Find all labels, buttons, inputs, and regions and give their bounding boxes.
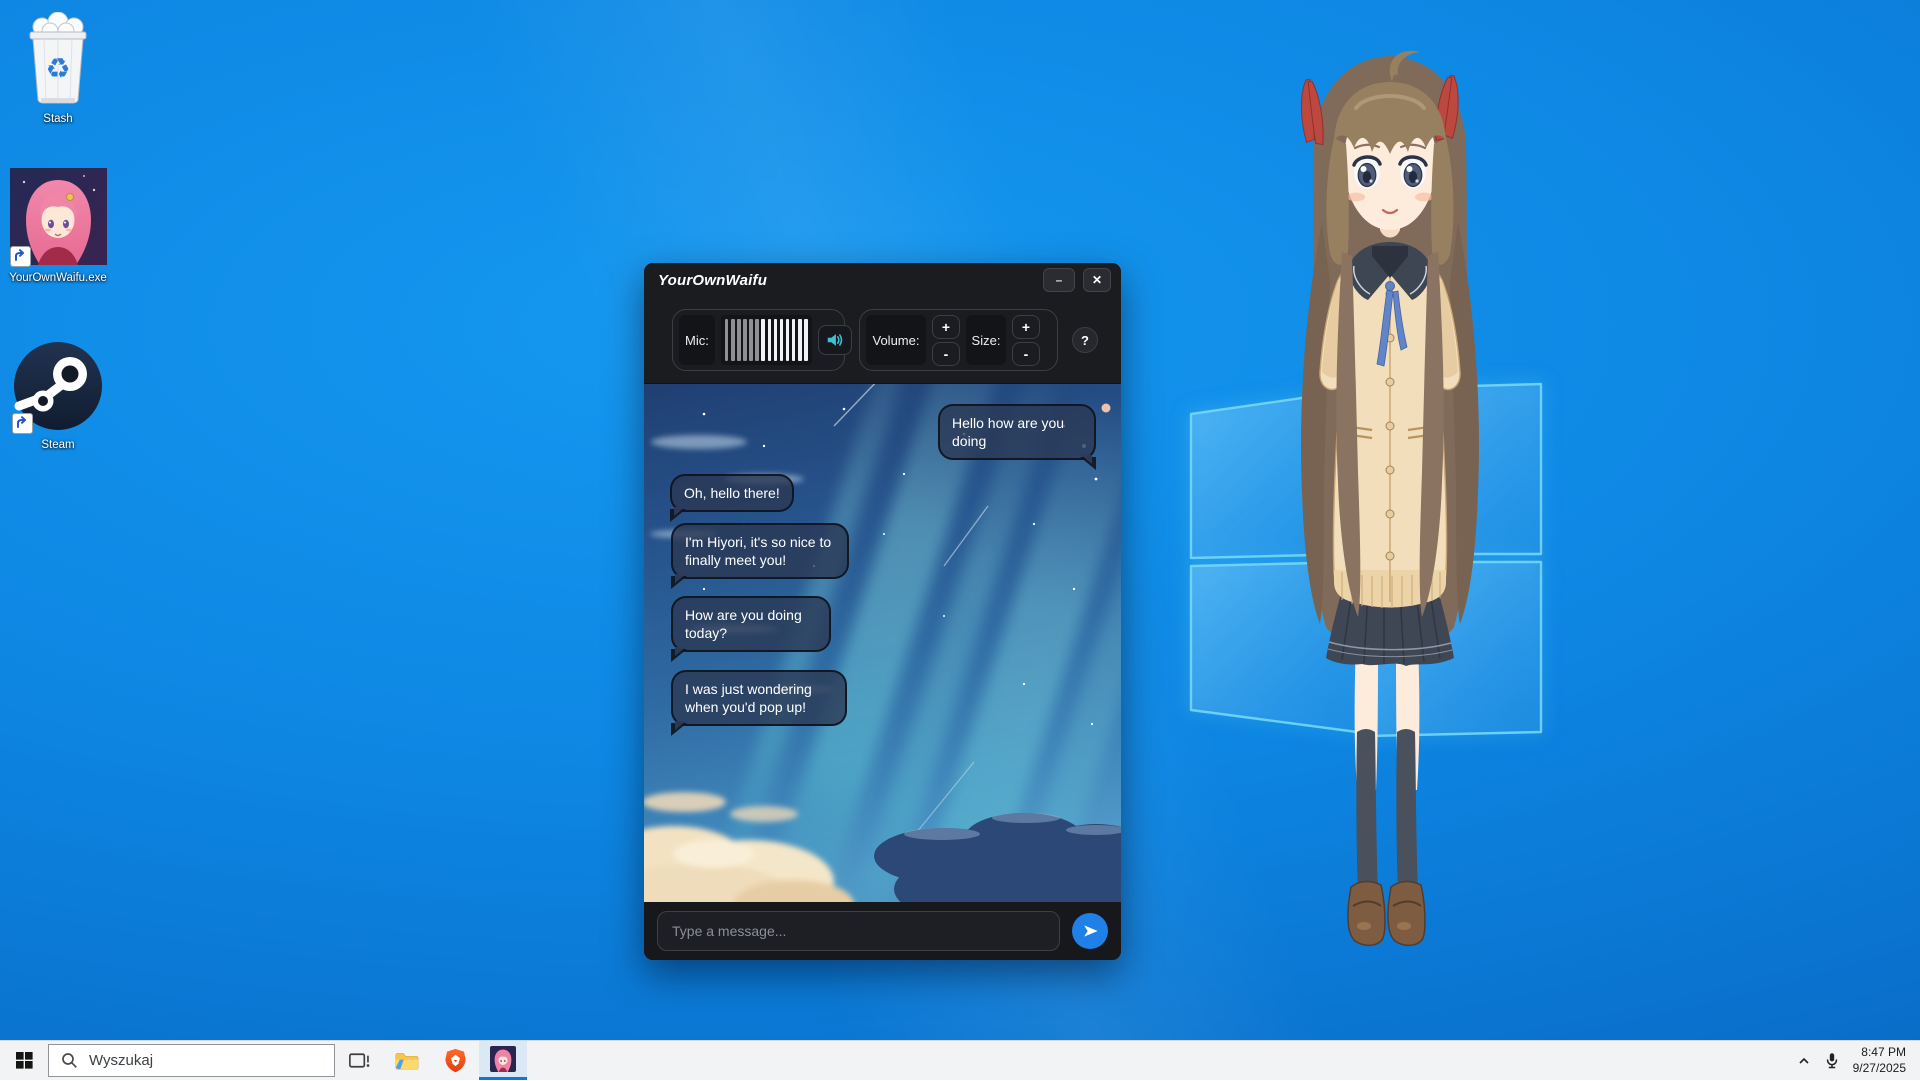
desktop: ♻ Stash xyxy=(0,0,1920,1080)
speaker-icon xyxy=(825,329,845,351)
steam-icon xyxy=(12,340,104,437)
file-explorer-button[interactable] xyxy=(383,1041,431,1080)
chat-message-character: How are you doing today? xyxy=(671,596,831,652)
clock-time: 8:47 PM xyxy=(1853,1045,1906,1061)
tray-microphone-button[interactable] xyxy=(1819,1041,1845,1081)
microphone-icon xyxy=(1823,1051,1841,1070)
task-view-button[interactable] xyxy=(335,1041,383,1080)
waifu-app-button[interactable] xyxy=(479,1041,527,1080)
search-icon xyxy=(61,1052,78,1069)
desktop-icon-label: YourOwnWaifu.exe xyxy=(6,272,110,284)
search-input[interactable] xyxy=(87,1051,326,1070)
taskbar-clock[interactable]: 8:47 PM 9/27/2025 xyxy=(1847,1045,1912,1076)
desktop-icon-label: Steam xyxy=(6,439,110,451)
mic-label: Mic: xyxy=(679,315,715,365)
window-titlebar[interactable]: YourOwnWaifu – ✕ xyxy=(644,263,1121,297)
size-label: Size: xyxy=(966,315,1006,365)
send-button[interactable] xyxy=(1072,913,1108,949)
desktop-icon-label: Stash xyxy=(6,113,110,125)
waifu-app-icon xyxy=(490,1046,516,1072)
desktop-icon-steam[interactable]: Steam xyxy=(6,340,110,451)
svg-text:♻: ♻ xyxy=(45,52,70,85)
window-title: YourOwnWaifu xyxy=(658,272,1035,289)
task-view-icon xyxy=(347,1048,372,1073)
size-down-button[interactable]: - xyxy=(1012,342,1040,366)
close-button[interactable]: ✕ xyxy=(1083,268,1111,292)
chat-area: Hello how are you doing Oh, hello there!… xyxy=(644,384,1121,902)
desktop-icon-yourownwaifu[interactable]: YourOwnWaifu.exe xyxy=(6,168,110,284)
chat-message-text: I'm Hiyori, it's so nice to finally meet… xyxy=(685,534,831,568)
message-input[interactable] xyxy=(657,911,1060,951)
composer-bar xyxy=(644,902,1121,960)
tray-expand-button[interactable] xyxy=(1791,1041,1817,1081)
recycle-bin-icon: ♻ xyxy=(20,12,96,111)
waifu-exe-icon xyxy=(10,168,107,270)
chat-message-character: I was just wondering when you'd pop up! xyxy=(671,670,847,726)
mic-group: Mic: xyxy=(672,309,845,371)
chat-message-text: Oh, hello there! xyxy=(684,485,780,501)
windows-logo-icon xyxy=(16,1052,33,1069)
volume-label: Volume: xyxy=(866,315,926,365)
minimize-button[interactable]: – xyxy=(1043,268,1075,292)
shortcut-arrow-icon xyxy=(12,413,33,434)
file-explorer-icon xyxy=(394,1048,420,1074)
chat-message-text: Hello how are you doing xyxy=(952,415,1064,449)
yourownwaifu-window: YourOwnWaifu – ✕ Mic: Volume: + xyxy=(644,263,1121,960)
chevron-up-icon xyxy=(1796,1053,1812,1069)
volume-up-button[interactable]: + xyxy=(932,315,960,339)
anime-character[interactable] xyxy=(1272,42,1540,952)
system-tray: 8:47 PM 9/27/2025 xyxy=(1791,1041,1920,1080)
chat-message-user: Hello how are you doing xyxy=(938,404,1096,460)
shortcut-arrow-icon xyxy=(10,246,31,267)
chat-message-character: Oh, hello there! xyxy=(670,474,794,512)
chat-message-character: I'm Hiyori, it's so nice to finally meet… xyxy=(671,523,849,579)
help-button[interactable]: ? xyxy=(1072,327,1098,353)
controls-bar: Mic: Volume: + - Size: + xyxy=(644,297,1121,384)
chat-message-text: How are you doing today? xyxy=(685,607,802,641)
taskbar-search[interactable] xyxy=(48,1044,335,1077)
taskbar: 8:47 PM 9/27/2025 xyxy=(0,1040,1920,1080)
start-button[interactable] xyxy=(0,1041,48,1080)
chat-message-text: I was just wondering when you'd pop up! xyxy=(685,681,812,715)
send-icon xyxy=(1082,923,1099,939)
volume-size-group: Volume: + - Size: + - xyxy=(859,309,1058,371)
speaker-button[interactable] xyxy=(818,325,852,355)
size-up-button[interactable]: + xyxy=(1012,315,1040,339)
brave-icon xyxy=(443,1047,468,1074)
mic-level-meter xyxy=(721,315,812,365)
brave-button[interactable] xyxy=(431,1041,479,1080)
volume-down-button[interactable]: - xyxy=(932,342,960,366)
desktop-icon-stash[interactable]: ♻ Stash xyxy=(6,12,110,125)
clock-date: 9/27/2025 xyxy=(1853,1061,1906,1077)
